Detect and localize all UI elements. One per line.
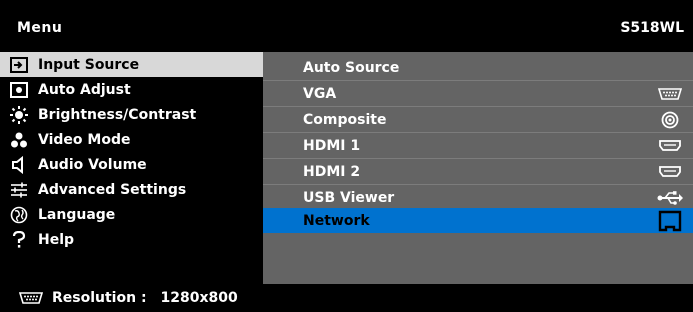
submenu-item-auto-source[interactable]: Auto Source xyxy=(263,55,693,80)
menu-item-label: Video Mode xyxy=(38,131,131,148)
menu-item-input-source[interactable]: Input Source xyxy=(0,52,263,77)
title-bar: Menu S518WL xyxy=(0,0,693,52)
model-label: S518WL xyxy=(620,20,684,36)
hdmi-port-icon xyxy=(656,135,684,157)
menu-item-help[interactable]: Help xyxy=(0,227,263,252)
menu-item-auto-adjust[interactable]: Auto Adjust xyxy=(0,77,263,102)
menu-item-label: Input Source xyxy=(38,56,140,73)
hdmi-port-icon xyxy=(656,161,684,183)
globe-icon xyxy=(0,206,38,224)
input-source-icon xyxy=(0,56,38,73)
question-icon xyxy=(0,230,38,249)
vga-port-icon xyxy=(18,292,44,304)
network-port-icon xyxy=(656,210,684,232)
submenu-item-label: Composite xyxy=(303,111,387,128)
submenu-item-usb-viewer[interactable]: USB Viewer xyxy=(263,185,693,210)
submenu-item-label: VGA xyxy=(303,85,337,102)
speaker-icon xyxy=(0,155,38,174)
submenu-item-label: Network xyxy=(303,212,370,229)
menu-item-label: Brightness/Contrast xyxy=(38,106,197,123)
submenu-item-network[interactable]: Network xyxy=(263,208,693,233)
menu-item-brightness-contrast[interactable]: Brightness/Contrast xyxy=(0,102,263,127)
sliders-icon xyxy=(0,182,38,198)
menu-item-audio-volume[interactable]: Audio Volume xyxy=(0,152,263,177)
composite-port-icon xyxy=(656,109,684,131)
submenu-item-composite[interactable]: Composite xyxy=(263,107,693,132)
projector-osd: Menu S518WL Input Source Auto Adjust Bri… xyxy=(0,0,693,312)
usb-icon xyxy=(656,187,684,209)
main-menu: Input Source Auto Adjust Brightness/Cont… xyxy=(0,52,263,284)
menu-item-advanced-settings[interactable]: Advanced Settings xyxy=(0,177,263,202)
resolution-value: 1280x800 xyxy=(160,290,238,306)
brightness-icon xyxy=(0,105,38,124)
resolution-label: Resolution : xyxy=(52,290,147,306)
menu-title: Menu xyxy=(17,20,63,36)
menu-item-label: Advanced Settings xyxy=(38,181,187,198)
menu-item-label: Language xyxy=(38,206,116,223)
menu-item-label: Help xyxy=(38,231,75,248)
menu-item-video-mode[interactable]: Video Mode xyxy=(0,127,263,152)
submenu-item-label: Auto Source xyxy=(303,59,400,76)
submenu-item-label: HDMI 2 xyxy=(303,163,361,180)
menu-item-label: Auto Adjust xyxy=(38,81,131,98)
submenu-item-label: USB Viewer xyxy=(303,189,395,206)
vga-port-icon xyxy=(656,83,684,105)
submenu-item-vga[interactable]: VGA xyxy=(263,81,693,106)
auto-adjust-icon xyxy=(0,81,38,98)
video-mode-icon xyxy=(0,131,38,149)
submenu-item-label: HDMI 1 xyxy=(303,137,361,154)
menu-item-label: Audio Volume xyxy=(38,156,147,173)
submenu-panel: Auto Source VGA Composite HDMI 1 HDMI 2 xyxy=(263,52,693,284)
status-bar: Resolution : 1280x800 xyxy=(0,284,693,312)
submenu-item-hdmi-1[interactable]: HDMI 1 xyxy=(263,133,693,158)
menu-item-language[interactable]: Language xyxy=(0,202,263,227)
submenu-item-hdmi-2[interactable]: HDMI 2 xyxy=(263,159,693,184)
